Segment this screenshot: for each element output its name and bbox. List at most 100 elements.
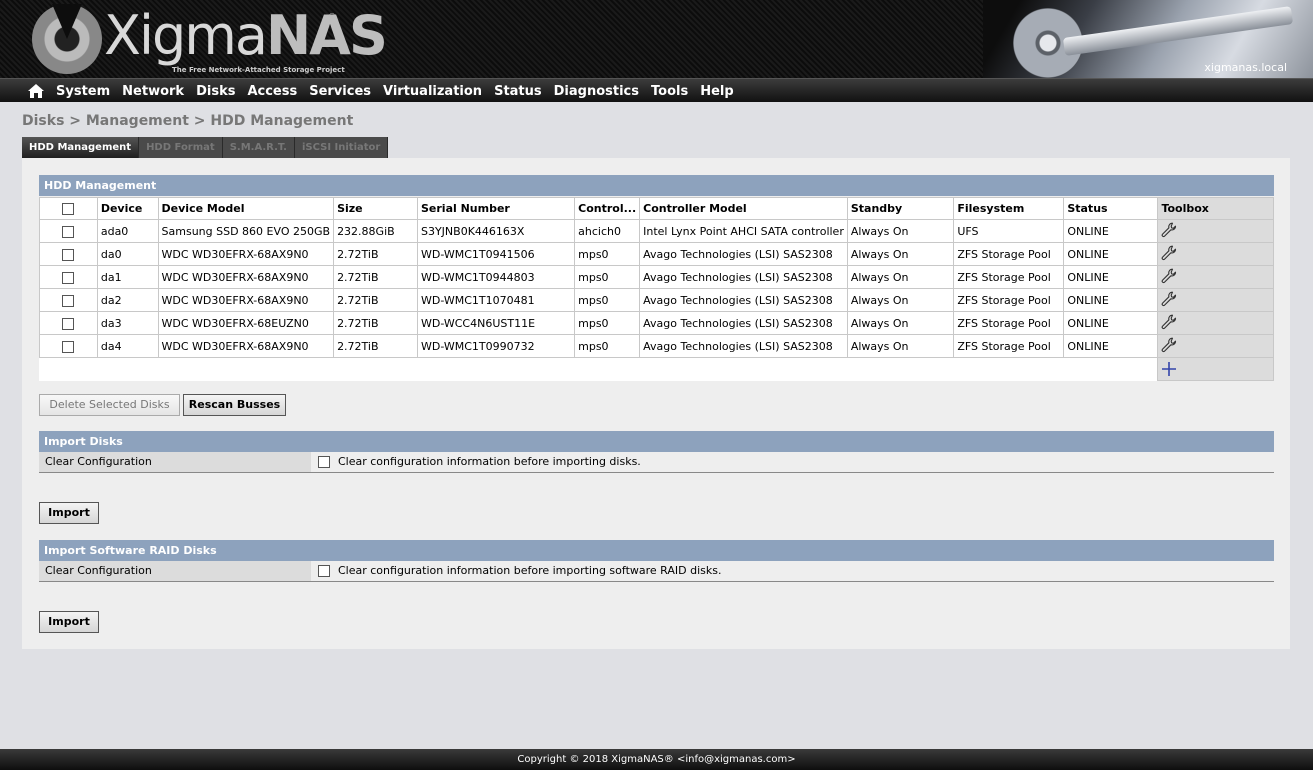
select-all-checkbox[interactable] xyxy=(62,203,75,215)
cell-serial: WD-WMC1T0944803 xyxy=(416,265,576,289)
cell-filesystem: ZFS Storage Pool xyxy=(953,288,1065,312)
raid-clear-configuration-description: Clear configuration information before i… xyxy=(338,564,722,577)
cell-status: ONLINE xyxy=(1063,288,1159,312)
wrench-icon[interactable] xyxy=(1161,337,1177,353)
footer-copyright: Copyright © 2018 XigmaNAS® <info@xigmana… xyxy=(0,749,1313,770)
import-disks-header: Import Disks xyxy=(39,431,1274,452)
main-menu: System Network Disks Access Services Virtuali… xyxy=(0,78,1313,102)
logo-wordmark: XigmaNAS xyxy=(104,3,388,67)
import-raid-button[interactable]: Import xyxy=(39,611,99,633)
nav-item-services[interactable]: Services xyxy=(309,84,371,99)
cell-device: da0 xyxy=(96,242,159,266)
hdd-management-header: HDD Management xyxy=(39,175,1274,196)
delete-selected-disks-button[interactable]: Delete Selected Disks xyxy=(39,394,180,416)
table-header-row: Device Device Model Size Serial Number Contr… xyxy=(39,197,1274,220)
table-row: da2 WDC WD30EFRX-68AX9N0 2.72TiB WD-WMC1T10… xyxy=(39,288,1274,312)
disks-table: Device Device Model Size Serial Number Contr… xyxy=(39,197,1274,381)
cell-device: da4 xyxy=(96,334,159,358)
cell-size: 2.72TiB xyxy=(333,288,418,312)
nav-item-status[interactable]: Status xyxy=(494,84,542,99)
toolbox-cell xyxy=(1157,311,1274,335)
wrench-icon[interactable] xyxy=(1161,245,1177,261)
cell-filesystem: UFS xyxy=(953,219,1065,243)
cell-status: ONLINE xyxy=(1063,242,1159,266)
main-panel: HDD Management Device Device Model Size Ser… xyxy=(22,158,1290,649)
nav-item-disks[interactable]: Disks xyxy=(196,84,235,99)
column-header-toolbox: Toolbox xyxy=(1157,197,1274,220)
logo-disc-icon xyxy=(32,4,102,74)
rescan-busses-button[interactable]: Rescan Busses xyxy=(183,394,286,416)
row-select-cell xyxy=(39,265,98,289)
cell-status: ONLINE xyxy=(1063,265,1159,289)
nav-item-access[interactable]: Access xyxy=(247,84,297,99)
cell-filesystem: ZFS Storage Pool xyxy=(953,242,1065,266)
cell-model: WDC WD30EFRX-68EUZN0 xyxy=(157,311,335,335)
table-row: da0 WDC WD30EFRX-68AX9N0 2.72TiB WD-WMC1T09… xyxy=(39,242,1274,266)
cell-standby: Always On xyxy=(846,265,955,289)
cell-controller: ahcich0 xyxy=(574,219,641,243)
cell-model: WDC WD30EFRX-68AX9N0 xyxy=(157,265,335,289)
row-select-cell xyxy=(39,334,98,358)
cell-controller-model: Avago Technologies (LSI) SAS2308 xyxy=(639,242,848,266)
select-all-column[interactable] xyxy=(39,197,98,220)
wrench-icon[interactable] xyxy=(1161,291,1177,307)
cell-device: da3 xyxy=(96,311,159,335)
row-select-checkbox[interactable] xyxy=(62,225,75,238)
cell-filesystem: ZFS Storage Pool xyxy=(953,265,1065,289)
tab-s-m-a-r-t[interactable]: S.M.A.R.T. xyxy=(222,137,295,158)
cell-model: WDC WD30EFRX-68AX9N0 xyxy=(157,288,335,312)
nav-item-network[interactable]: Network xyxy=(122,84,184,99)
cell-serial: WD-WMC1T0990732 xyxy=(416,334,576,358)
row-select-checkbox[interactable] xyxy=(62,271,75,284)
nav-item-help[interactable]: Help xyxy=(700,84,733,99)
cell-serial: WD-WMC1T1070481 xyxy=(416,288,576,312)
cell-serial: WD-WMC1T0941506 xyxy=(416,242,576,266)
table-row: da3 WDC WD30EFRX-68EUZN0 2.72TiB WD-WCC4N6U… xyxy=(39,311,1274,335)
home-icon[interactable] xyxy=(28,84,44,98)
table-row: ada0 Samsung SSD 860 EVO 250GB 232.88GiB S3… xyxy=(39,219,1274,243)
raid-clear-configuration-checkbox[interactable] xyxy=(318,565,330,577)
cell-size: 232.88GiB xyxy=(333,219,418,243)
plus-icon[interactable] xyxy=(1161,361,1177,377)
cell-controller: mps0 xyxy=(574,242,641,266)
cell-filesystem: ZFS Storage Pool xyxy=(953,311,1065,335)
tab-hdd-management[interactable]: HDD Management xyxy=(22,137,140,158)
cell-standby: Always On xyxy=(846,334,955,358)
clear-configuration-checkbox[interactable] xyxy=(318,456,330,468)
import-disks-button[interactable]: Import xyxy=(39,502,99,524)
raid-clear-configuration-label: Clear Configuration xyxy=(39,561,311,581)
cell-size: 2.72TiB xyxy=(333,242,418,266)
row-select-checkbox[interactable] xyxy=(62,248,75,261)
nav-item-tools[interactable]: Tools xyxy=(651,84,688,99)
tab-hdd-format[interactable]: HDD Format xyxy=(139,137,223,158)
cell-standby: Always On xyxy=(846,288,955,312)
cell-status: ONLINE xyxy=(1063,219,1159,243)
nav-item-system[interactable]: System xyxy=(56,84,110,99)
add-cell xyxy=(1157,357,1274,381)
cell-serial: WD-WCC4N6UST11E xyxy=(416,311,576,335)
nav-menu: System Network Disks Access Services Virtuali… xyxy=(56,79,746,103)
import-raid-header: Import Software RAID Disks xyxy=(39,540,1274,561)
cell-controller: mps0 xyxy=(574,265,641,289)
xigmanas-logo[interactable]: XigmaNAS ® The Free Network-Attached Sto… xyxy=(32,2,388,76)
column-header-device: Device xyxy=(96,197,159,220)
cell-standby: Always On xyxy=(846,311,955,335)
tab-iscsi-initiator[interactable]: iSCSI Initiator xyxy=(294,137,389,158)
column-header-standby: Standby xyxy=(846,197,955,220)
nav-item-diagnostics[interactable]: Diagnostics xyxy=(554,84,639,99)
cell-controller-model: Avago Technologies (LSI) SAS2308 xyxy=(639,334,848,358)
import-raid-option-row: Clear Configuration Clear configuration … xyxy=(39,561,1274,582)
wrench-icon[interactable] xyxy=(1161,268,1177,284)
column-header-control: Control... xyxy=(574,197,641,220)
row-select-checkbox[interactable] xyxy=(62,317,75,330)
wrench-icon[interactable] xyxy=(1161,314,1177,330)
column-header-serial-number: Serial Number xyxy=(416,197,576,220)
column-header-controller-model: Controller Model xyxy=(639,197,848,220)
table-row: da4 WDC WD30EFRX-68AX9N0 2.72TiB WD-WMC1T09… xyxy=(39,334,1274,358)
row-select-cell xyxy=(39,242,98,266)
row-select-checkbox[interactable] xyxy=(62,294,75,307)
row-select-checkbox[interactable] xyxy=(62,340,75,353)
cell-serial: S3YJNB0K446163X xyxy=(416,219,576,243)
wrench-icon[interactable] xyxy=(1161,222,1177,238)
nav-item-virtualization[interactable]: Virtualization xyxy=(383,84,482,99)
